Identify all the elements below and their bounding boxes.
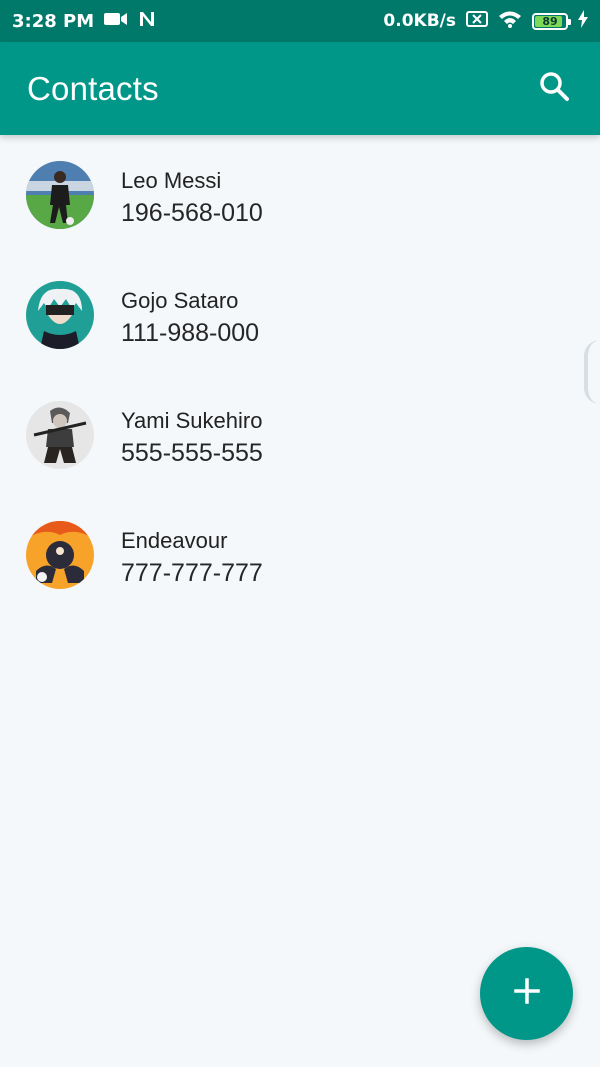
- status-right: 0.0KB/s 89: [383, 9, 588, 33]
- edge-scroll-indicator: [584, 340, 600, 404]
- n-notification-icon: [138, 10, 156, 33]
- contact-item[interactable]: Gojo Sataro 111-988-000: [0, 255, 600, 375]
- contact-phone: 777-777-777: [121, 559, 263, 587]
- avatar-gojo-sataro: [26, 281, 94, 349]
- contact-phone: 196-568-010: [121, 199, 263, 227]
- contact-item[interactable]: Yami Sukehiro 555-555-555: [0, 375, 600, 495]
- contact-text: Gojo Sataro 111-988-000: [121, 288, 259, 349]
- search-icon: [538, 70, 570, 107]
- search-button[interactable]: [534, 69, 574, 109]
- video-camera-icon: [104, 11, 128, 32]
- avatar-leo-messi: [26, 161, 94, 229]
- sim-off-icon: [466, 10, 488, 33]
- contact-text: Endeavour 777-777-777: [121, 528, 263, 589]
- page-title: Contacts: [27, 69, 159, 107]
- contact-name: Gojo Sataro: [121, 288, 239, 313]
- avatar-yami-sukehiro: [26, 401, 94, 469]
- battery-level-text: 89: [542, 14, 558, 28]
- contact-phone: 111-988-000: [121, 319, 260, 347]
- contact-text: Yami Sukehiro 555-555-555: [121, 408, 263, 469]
- wifi-icon: [498, 10, 522, 33]
- contact-name: Leo Messi: [121, 168, 222, 193]
- avatar-endeavour: [26, 521, 94, 589]
- charging-icon: [578, 9, 588, 33]
- contact-name: Yami Sukehiro: [121, 408, 263, 433]
- contacts-screen: 3:28 PM 0.0KB/s 89 Contacts Leo Messi 19…: [0, 0, 600, 1067]
- contact-name: Endeavour: [121, 528, 228, 553]
- battery-icon: 89: [532, 12, 571, 30]
- status-left: 3:28 PM: [12, 10, 156, 33]
- contact-phone: 555-555-555: [121, 439, 263, 467]
- contact-item[interactable]: Endeavour 777-777-777: [0, 495, 600, 615]
- add-contact-button[interactable]: [480, 947, 573, 1040]
- contact-list: Leo Messi 196-568-010 Gojo Sataro 111-98…: [0, 135, 600, 615]
- contact-text: Leo Messi 196-568-010: [121, 168, 263, 229]
- contact-item[interactable]: Leo Messi 196-568-010: [0, 135, 600, 255]
- app-bar: Contacts: [0, 42, 600, 135]
- status-bar: 3:28 PM 0.0KB/s 89: [0, 0, 600, 42]
- status-time: 3:28 PM: [12, 10, 95, 32]
- network-speed: 0.0KB/s: [383, 11, 456, 31]
- plus-icon: [513, 977, 541, 1010]
